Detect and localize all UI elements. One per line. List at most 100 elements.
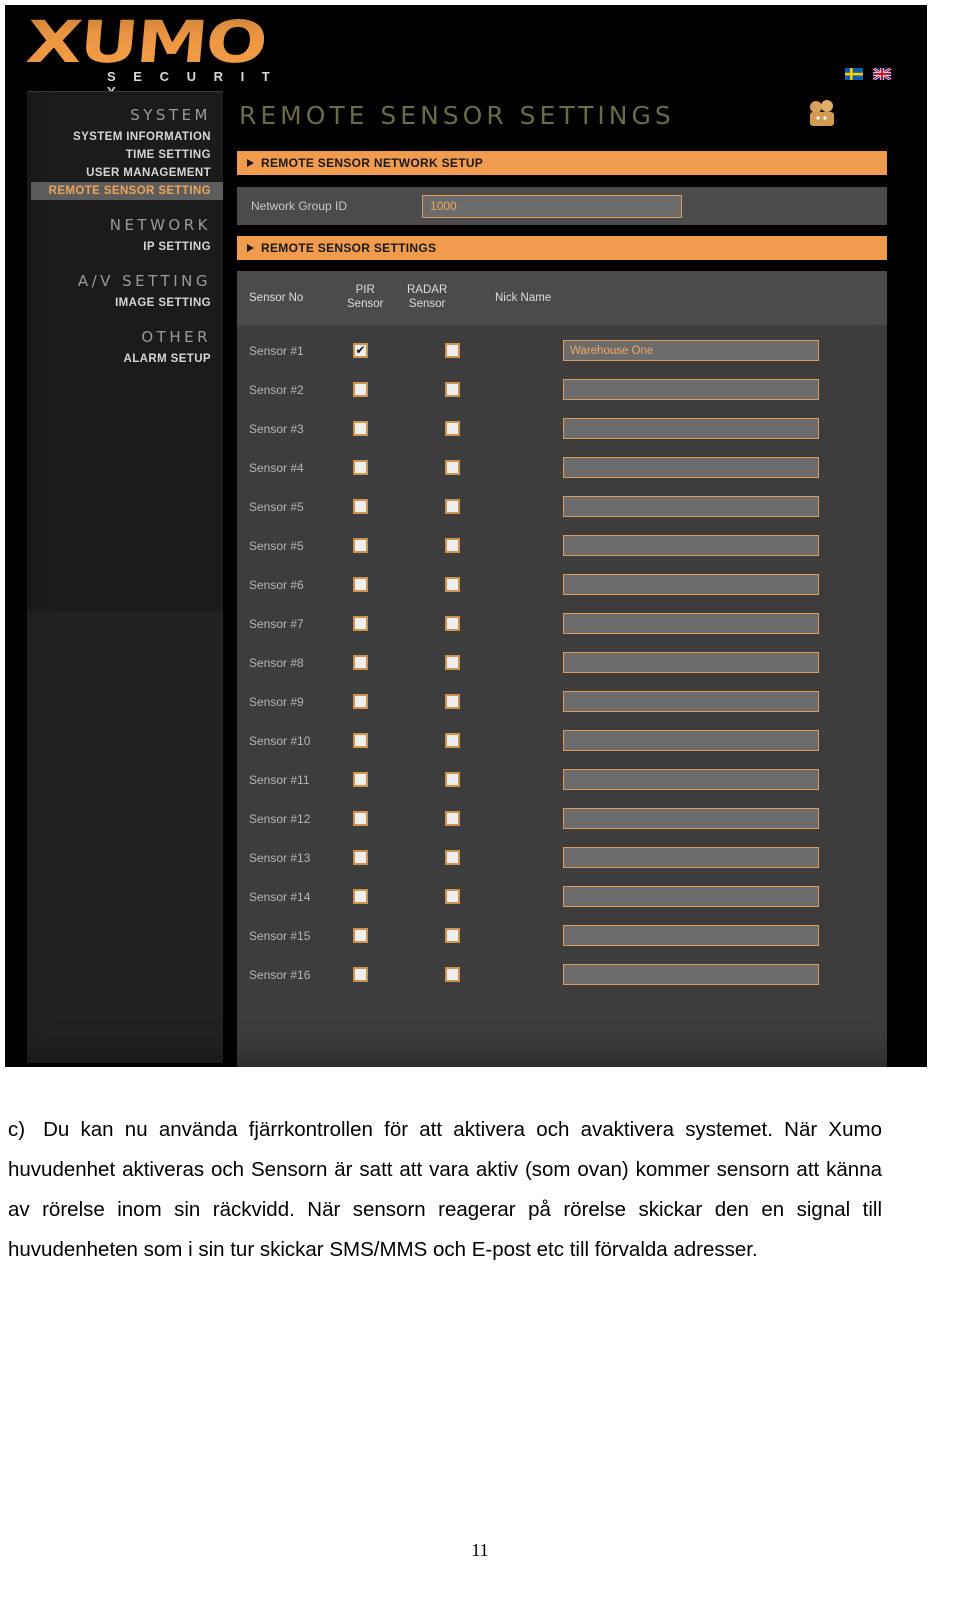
group-users-icon xyxy=(803,99,843,129)
sensor-row-label: Sensor #6 xyxy=(249,577,304,592)
uk-flag-icon[interactable] xyxy=(872,66,892,82)
sensor-row-label: Sensor #1 xyxy=(249,343,304,358)
nick-name-input[interactable] xyxy=(563,925,819,946)
table-row: Sensor #5 xyxy=(237,487,887,526)
sensor-table: Sensor No PIR Sensor RADAR Sensor Nick N… xyxy=(237,271,887,1067)
radar-sensor-checkbox[interactable] xyxy=(445,928,460,943)
column-header-radar-sensor: RADAR Sensor xyxy=(407,283,447,311)
pir-sensor-checkbox[interactable] xyxy=(353,616,368,631)
radar-sensor-checkbox[interactable] xyxy=(445,382,460,397)
pir-sensor-checkbox[interactable] xyxy=(353,928,368,943)
swedish-flag-icon[interactable] xyxy=(845,67,863,80)
sensor-row-label: Sensor #14 xyxy=(249,889,311,904)
check-icon: ✔ xyxy=(355,343,366,357)
nick-name-input[interactable] xyxy=(563,535,819,556)
sensor-row-label: Sensor #12 xyxy=(249,811,311,826)
nick-name-input[interactable] xyxy=(563,496,819,517)
pir-sensor-checkbox[interactable] xyxy=(353,850,368,865)
sidebar-group-other: OTHER xyxy=(141,328,211,346)
sensor-row-label: Sensor #2 xyxy=(249,382,304,397)
nick-name-input[interactable] xyxy=(563,418,819,439)
pir-sensor-checkbox[interactable] xyxy=(353,772,368,787)
pir-sensor-checkbox[interactable] xyxy=(353,733,368,748)
table-row: Sensor #14 xyxy=(237,877,887,916)
column-header-sensor-no: Sensor No xyxy=(249,292,304,304)
language-switcher[interactable] xyxy=(845,66,892,82)
nick-name-input[interactable] xyxy=(563,613,819,634)
radar-sensor-checkbox[interactable] xyxy=(445,967,460,982)
radar-sensor-checkbox[interactable] xyxy=(445,343,460,358)
table-row: Sensor #5 xyxy=(237,526,887,565)
pir-sensor-checkbox[interactable] xyxy=(353,499,368,514)
sidebar-lower-panel xyxy=(27,611,223,1063)
column-header-pir-line1: PIR xyxy=(355,284,375,296)
radar-sensor-checkbox[interactable] xyxy=(445,499,460,514)
chevron-right-icon xyxy=(247,244,254,252)
radar-sensor-checkbox[interactable] xyxy=(445,694,460,709)
radar-sensor-checkbox[interactable] xyxy=(445,889,460,904)
nick-name-input[interactable]: Warehouse One xyxy=(563,340,819,361)
pir-sensor-checkbox[interactable] xyxy=(353,811,368,826)
sensor-row-label: Sensor #4 xyxy=(249,460,304,475)
radar-sensor-checkbox[interactable] xyxy=(445,421,460,436)
section-header-network-setup-label: REMOTE SENSOR NETWORK SETUP xyxy=(261,156,484,170)
nick-name-input[interactable] xyxy=(563,652,819,673)
pir-sensor-checkbox[interactable] xyxy=(353,460,368,475)
pir-sensor-checkbox[interactable] xyxy=(353,655,368,670)
sensor-table-header: Sensor No PIR Sensor RADAR Sensor Nick N… xyxy=(237,271,887,325)
radar-sensor-checkbox[interactable] xyxy=(445,616,460,631)
radar-sensor-checkbox[interactable] xyxy=(445,850,460,865)
table-row: Sensor #7 xyxy=(237,604,887,643)
radar-sensor-checkbox[interactable] xyxy=(445,733,460,748)
nick-name-input[interactable] xyxy=(563,730,819,751)
nick-name-input[interactable] xyxy=(563,379,819,400)
sidebar-item-system-information[interactable]: SYSTEM INFORMATION xyxy=(27,128,223,146)
pir-sensor-checkbox[interactable] xyxy=(353,577,368,592)
section-header-network-setup[interactable]: REMOTE SENSOR NETWORK SETUP xyxy=(237,151,887,175)
network-group-id-input[interactable]: 1000 xyxy=(422,194,683,218)
table-row: Sensor #9 xyxy=(237,682,887,721)
nick-name-input[interactable] xyxy=(563,574,819,595)
chevron-right-icon xyxy=(247,159,254,167)
column-header-radar-line2: Sensor xyxy=(408,298,446,310)
sensor-row-label: Sensor #3 xyxy=(249,421,304,436)
pir-sensor-checkbox[interactable] xyxy=(353,538,368,553)
network-group-id-label: Network Group ID xyxy=(251,199,348,213)
radar-sensor-checkbox[interactable] xyxy=(445,460,460,475)
pir-sensor-checkbox[interactable] xyxy=(353,382,368,397)
pir-sensor-checkbox[interactable] xyxy=(353,967,368,982)
nick-name-input[interactable] xyxy=(563,457,819,478)
table-row: Sensor #1 ✔ Warehouse One xyxy=(237,331,887,370)
table-row: Sensor #12 xyxy=(237,799,887,838)
list-marker: c) xyxy=(8,1118,26,1141)
pir-sensor-checkbox[interactable]: ✔ xyxy=(353,343,368,358)
sensor-row-label: Sensor #5 xyxy=(249,499,304,514)
nick-name-input[interactable] xyxy=(563,769,819,790)
column-header-pir-line2: Sensor xyxy=(347,298,384,310)
radar-sensor-checkbox[interactable] xyxy=(445,811,460,826)
radar-sensor-checkbox[interactable] xyxy=(445,577,460,592)
radar-sensor-checkbox[interactable] xyxy=(445,655,460,670)
pir-sensor-checkbox[interactable] xyxy=(353,694,368,709)
sensor-row-label: Sensor #5 xyxy=(249,538,304,553)
sensor-row-label: Sensor #15 xyxy=(249,928,311,943)
nick-name-input[interactable] xyxy=(563,964,819,985)
radar-sensor-checkbox[interactable] xyxy=(445,772,460,787)
table-row: Sensor #13 xyxy=(237,838,887,877)
nick-name-input[interactable] xyxy=(563,847,819,868)
sidebar-item-image-setting[interactable]: IMAGE SETTING xyxy=(27,294,223,312)
sidebar-item-time-setting[interactable]: TIME SETTING xyxy=(27,146,223,164)
nick-name-input[interactable] xyxy=(563,886,819,907)
nick-name-input[interactable] xyxy=(563,691,819,712)
pir-sensor-checkbox[interactable] xyxy=(353,421,368,436)
section-header-sensor-settings[interactable]: REMOTE SENSOR SETTINGS xyxy=(237,236,887,260)
nick-name-input[interactable] xyxy=(563,808,819,829)
sidebar-item-user-management[interactable]: USER MANAGEMENT xyxy=(27,164,223,182)
pir-sensor-checkbox[interactable] xyxy=(353,889,368,904)
instruction-paragraph: c) Du kan nu använda fjärrkontrollen för … xyxy=(8,1110,882,1270)
radar-sensor-checkbox[interactable] xyxy=(445,538,460,553)
sidebar-item-alarm-setup[interactable]: ALARM SETUP xyxy=(27,350,223,368)
xumo-logo: XUMO S E C U R I T Y xyxy=(23,8,289,99)
sidebar-item-remote-sensor-setting[interactable]: REMOTE SENSOR SETTING xyxy=(31,182,223,200)
sidebar-item-ip-setting[interactable]: IP SETTING xyxy=(27,238,223,256)
